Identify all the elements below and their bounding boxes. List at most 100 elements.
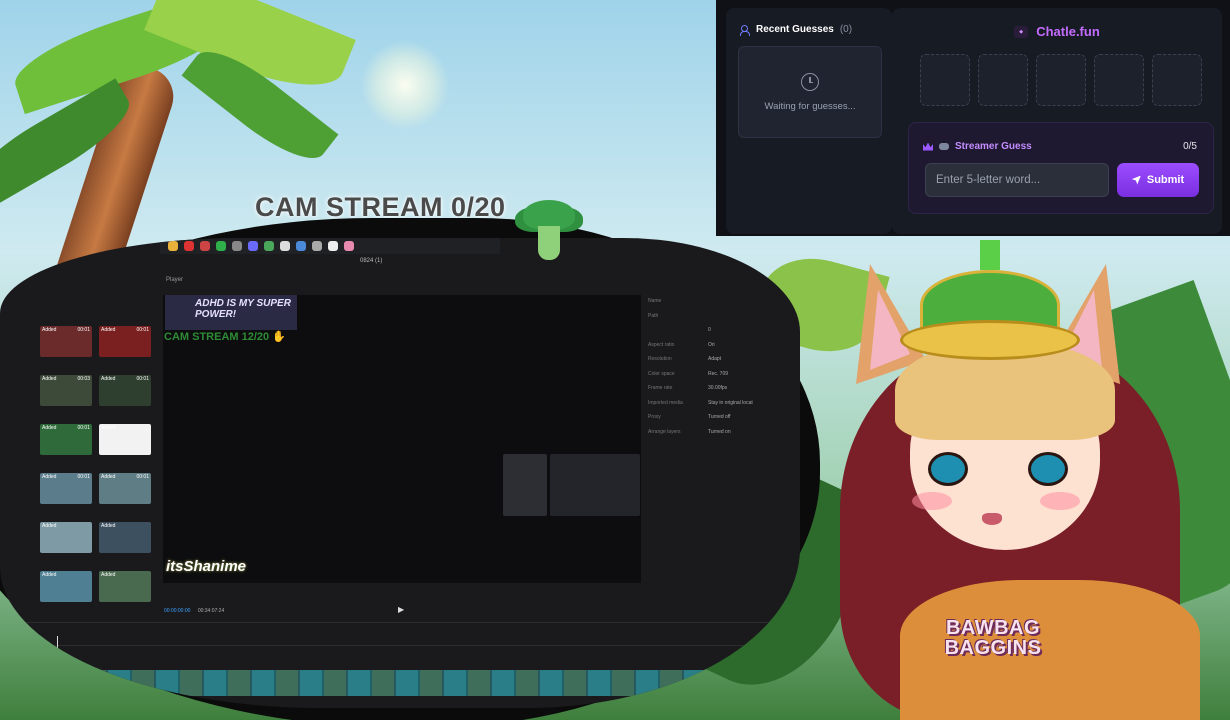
property-value: Ori: [708, 341, 715, 348]
media-thumbnail[interactable]: Added: [99, 522, 151, 553]
app-icon[interactable]: [280, 241, 290, 251]
property-row: Imported media Stay in original locat: [648, 396, 788, 411]
media-thumbnail[interactable]: Added: [99, 571, 151, 602]
submit-button[interactable]: Submit: [1117, 163, 1199, 197]
app-icon[interactable]: [248, 241, 258, 251]
property-row: 0: [648, 323, 788, 338]
media-column: Added 00:01 Added 00:01 Added Added 00:01 Added…: [99, 326, 151, 620]
app-icon[interactable]: [264, 241, 274, 251]
property-row: Name: [648, 294, 788, 309]
waiting-placeholder: Waiting for guesses...: [738, 46, 882, 138]
media-status: Added: [101, 572, 116, 578]
timeline-toolbar: [0, 622, 800, 636]
adhd-banner: ADHD IS MY SUPER POWER!: [165, 295, 297, 330]
media-thumbnail[interactable]: Added: [40, 522, 92, 553]
app-icon[interactable]: [184, 241, 194, 251]
property-row: Aspect ratio Ori: [648, 338, 788, 353]
crown-icon: [923, 142, 933, 151]
crown-band: [900, 320, 1080, 360]
media-status: Added: [42, 327, 57, 333]
media-thumbnail[interactable]: Added 00:03: [40, 375, 92, 406]
letter-tile: [1036, 54, 1086, 106]
avatar-eye: [1028, 452, 1068, 486]
chatle-logo-icon: ◆: [1014, 25, 1029, 38]
recent-guesses-header: Recent Guesses (0): [740, 24, 853, 36]
property-row: Arrange layers Turned on: [648, 425, 788, 440]
chatle-brand-name: Chatle.fun: [1036, 24, 1100, 39]
recent-guesses-count: (0): [839, 24, 853, 35]
chatle-brand: ◆ Chatle.fun: [892, 24, 1222, 39]
app-icon[interactable]: [232, 241, 242, 251]
media-status: Added: [42, 572, 57, 578]
media-thumbnail[interactable]: Added 00:01: [99, 473, 151, 504]
media-status: Added: [42, 523, 57, 529]
property-value: Turned on: [708, 428, 731, 435]
media-thumbnail[interactable]: Added 00:01: [40, 473, 92, 504]
chatle-panel: Recent Guesses (0) Waiting for guesses..…: [716, 0, 1230, 236]
whatsapp-icon[interactable]: [216, 241, 226, 251]
recent-guesses-card: Recent Guesses (0) Waiting for guesses..…: [726, 8, 892, 234]
media-thumbnail[interactable]: Added: [99, 424, 151, 455]
property-value: Stay in original locat: [708, 399, 753, 406]
play-icon[interactable]: ▶: [398, 605, 404, 614]
taskbar: [160, 238, 500, 254]
streamer-guess-count: 0/5: [1183, 141, 1197, 152]
media-status: Added: [101, 523, 116, 529]
property-value: Rec. 709: [708, 370, 729, 377]
property-key: Resolution: [648, 356, 672, 362]
recent-guesses-title: Recent Guesses: [756, 24, 834, 35]
letter-tiles: [920, 54, 1202, 106]
media-thumbnail[interactable]: Added 00:01: [40, 424, 92, 455]
media-duration: 00:01: [77, 327, 90, 333]
app-icon[interactable]: [200, 241, 210, 251]
media-duration: 00:01: [77, 425, 90, 431]
media-status: Added: [42, 425, 57, 431]
media-thumbnail[interactable]: Added: [40, 571, 92, 602]
shirt-logo-text: BAWBAG BAGGINS: [944, 617, 1042, 659]
users-icon: [740, 24, 750, 36]
window-title: 0824 (1): [360, 258, 383, 264]
media-thumbnail[interactable]: Added 00:01: [99, 326, 151, 357]
word-input[interactable]: [925, 163, 1109, 197]
timecode-total: 00:34:07:24: [197, 608, 225, 614]
letter-tile: [920, 54, 970, 106]
streamer-guess-header: Streamer Guess: [923, 141, 1032, 152]
property-row: Frame rate 30.00fps: [648, 381, 788, 396]
crown-cross: [980, 240, 1000, 270]
gamepad-icon: [939, 143, 949, 150]
video-track[interactable]: [60, 670, 800, 696]
media-duration: 00:01: [136, 376, 149, 382]
broccoli-stem: [538, 226, 560, 260]
submit-label: Submit: [1146, 174, 1185, 186]
app-icon[interactable]: [344, 241, 354, 251]
property-key: Name: [648, 298, 662, 304]
property-key: Color space: [648, 370, 675, 377]
timecode: 00:00:00:00 00:34:07:24: [164, 608, 224, 614]
playhead[interactable]: [57, 636, 58, 708]
property-value: 30.00fps: [708, 385, 728, 391]
media-duration: 00:01: [136, 327, 149, 333]
property-row: Path: [648, 309, 788, 324]
letter-tile: [1152, 54, 1202, 106]
avatar-blush: [912, 492, 952, 510]
app-icon[interactable]: [312, 241, 322, 251]
itsshanime-logo: itsShanime: [166, 558, 247, 575]
property-key: Arrange layers: [648, 428, 681, 435]
steam-icon[interactable]: [296, 241, 306, 251]
folder-icon[interactable]: [168, 241, 178, 251]
app-icon[interactable]: [328, 241, 338, 251]
media-status: Added: [42, 376, 57, 382]
timeline-ruler: [0, 636, 800, 646]
property-key: Imported media: [648, 399, 683, 406]
media-status: Added: [101, 327, 116, 333]
chatle-game-card: ◆ Chatle.fun Streamer Guess 0/5 Submit: [892, 8, 1222, 234]
property-row: Resolution Adapt: [648, 352, 788, 367]
avatar-eye: [928, 452, 968, 486]
media-thumbnail[interactable]: Added 00:01: [40, 326, 92, 357]
media-thumbnail[interactable]: Added 00:01: [99, 375, 151, 406]
letter-tile: [978, 54, 1028, 106]
media-duration: 00:03: [77, 376, 90, 382]
property-key: [648, 323, 708, 338]
media-duration: 00:01: [77, 474, 90, 480]
crown-icon: [900, 240, 1080, 370]
